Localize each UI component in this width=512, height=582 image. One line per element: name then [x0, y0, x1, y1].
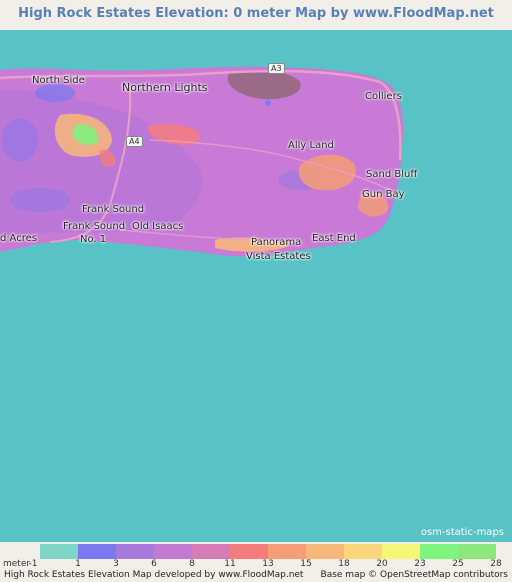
- legend-tick: 1: [75, 559, 81, 569]
- place-frank-sound: Frank Sound: [82, 204, 145, 215]
- place-no-1: No. 1: [80, 234, 107, 245]
- legend-tick: 28: [490, 559, 502, 569]
- legend-swatch: [78, 544, 116, 559]
- legend-swatch: [344, 544, 382, 559]
- road-label-a3: A3: [268, 63, 285, 74]
- legend-swatch: [382, 544, 420, 559]
- legend-swatch: [268, 544, 306, 559]
- footer-osm-credit[interactable]: Base map © OpenStreetMap contributors: [321, 570, 508, 580]
- place-old-isaacs: Old Isaacs: [132, 221, 184, 232]
- legend-tick: 3: [113, 559, 119, 569]
- place-north-side: North Side: [32, 75, 85, 86]
- elevation-map[interactable]: North Side Northern Lights Colliers Ally…: [0, 30, 512, 542]
- place-sand-bluff: Sand Bluff: [366, 169, 418, 180]
- legend-tick: 13: [262, 559, 274, 569]
- place-acres: d Acres: [0, 233, 37, 244]
- place-northern-lights: Northern Lights: [122, 81, 208, 94]
- legend-tick: 23: [414, 559, 426, 569]
- legend-tick: 15: [300, 559, 312, 569]
- legend-tick: 20: [376, 559, 388, 569]
- place-east-end: East End: [312, 233, 356, 244]
- elevation-legend: meter High Rock Estates Elevation Map de…: [0, 542, 512, 582]
- legend-swatch: [306, 544, 344, 559]
- place-panorama: Panorama: [251, 237, 302, 248]
- place-colliers: Colliers: [365, 91, 402, 102]
- legend-swatch: [40, 544, 78, 559]
- legend-tick: 18: [338, 559, 350, 569]
- legend-color-scale: [40, 544, 496, 559]
- osm-attribution-badge[interactable]: osm-static-maps: [416, 526, 508, 540]
- place-frank-sound-2: Frank Sound: [63, 221, 126, 232]
- map-title: High Rock Estates Elevation: 0 meter Map…: [18, 6, 494, 49]
- legend-swatch: [420, 544, 458, 559]
- map-canvas: [0, 66, 404, 257]
- legend-tick: 6: [151, 559, 157, 569]
- legend-tick: -1: [28, 559, 38, 569]
- legend-swatch: [192, 544, 230, 559]
- legend-tick: 11: [224, 559, 236, 569]
- legend-swatch: [458, 544, 496, 559]
- legend-unit: meter: [3, 559, 31, 569]
- footer-credit[interactable]: High Rock Estates Elevation Map develope…: [4, 570, 303, 580]
- place-vista-estates: Vista Estates: [246, 251, 311, 262]
- legend-swatch: [116, 544, 154, 559]
- legend-tick: 25: [452, 559, 464, 569]
- legend-swatch: [230, 544, 268, 559]
- place-gun-bay: Gun Bay: [362, 189, 405, 200]
- legend-tick: 8: [189, 559, 195, 569]
- legend-swatch: [154, 544, 192, 559]
- place-ally-land: Ally Land: [288, 140, 334, 151]
- road-label-a4: A4: [126, 136, 143, 147]
